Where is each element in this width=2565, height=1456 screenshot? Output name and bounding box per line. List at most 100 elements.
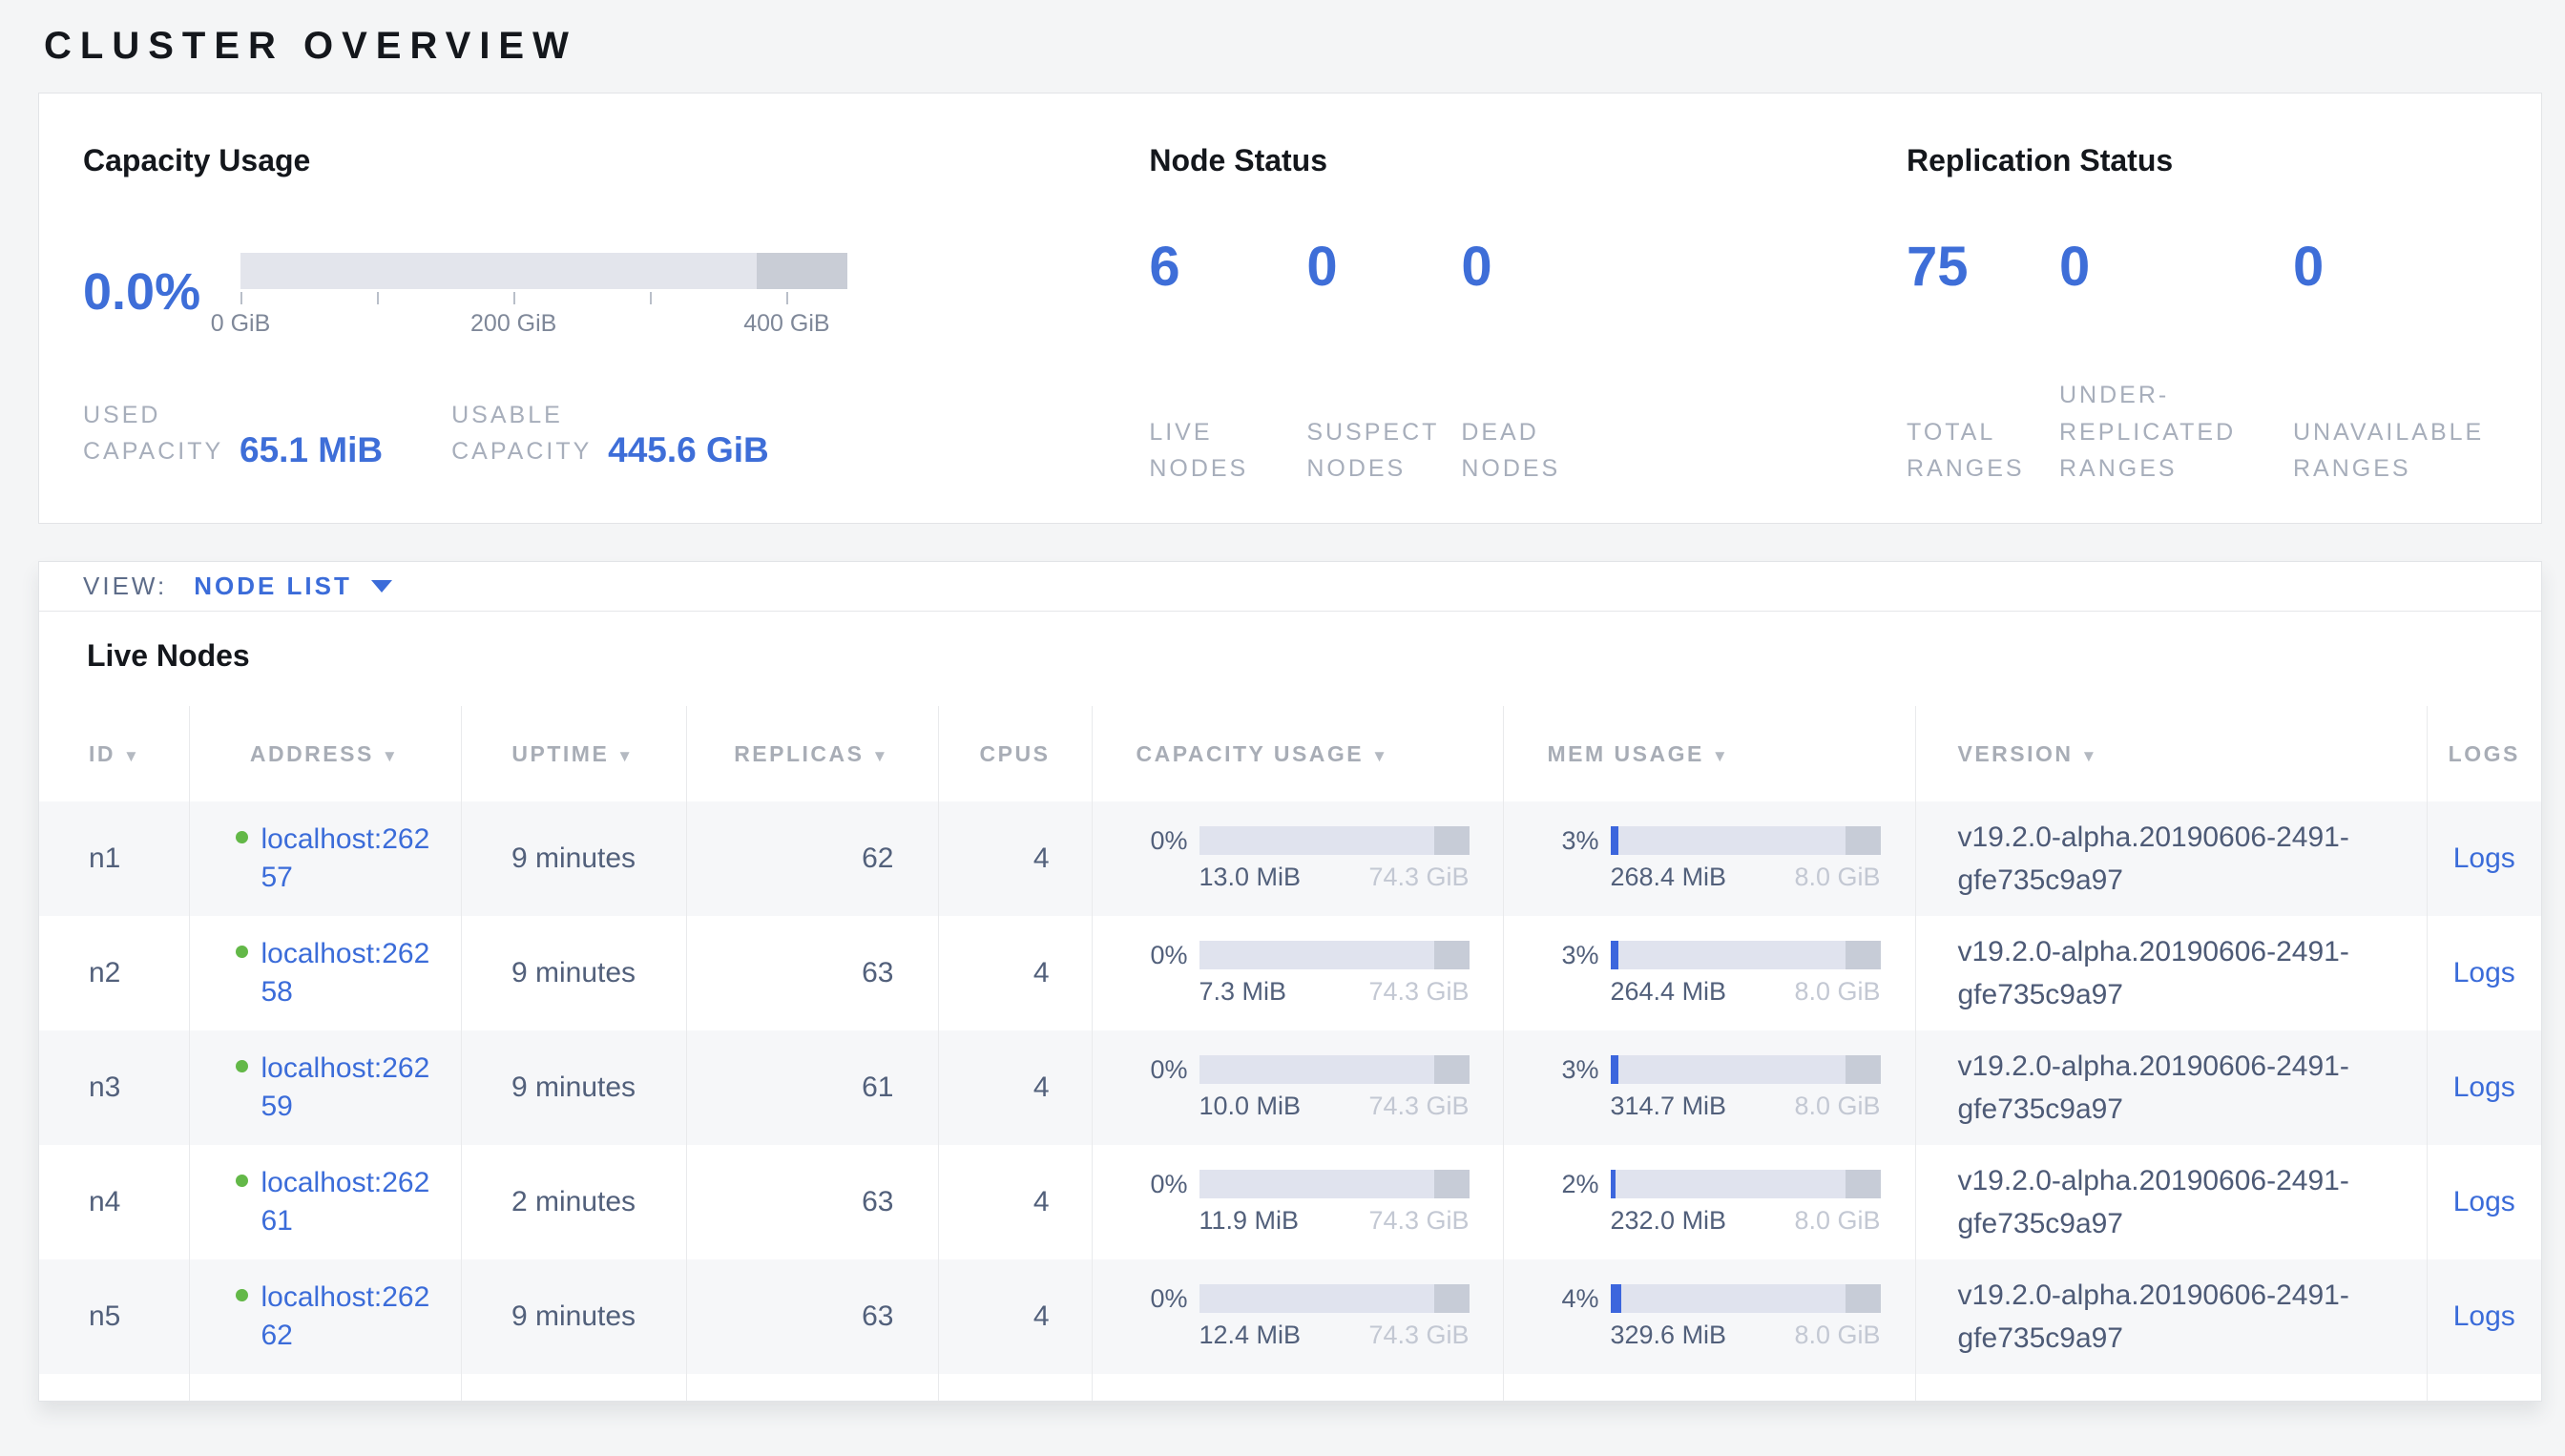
version-text: v19.2.0-alpha.20190606-2491-gfe735c9a97 bbox=[1958, 1274, 2388, 1360]
memory-bar-row: 3% bbox=[1542, 941, 1915, 970]
capacity-usage-cell: 0%7.3 MiB74.3 GiB bbox=[1092, 916, 1503, 1030]
replicas-cell: 62 bbox=[686, 801, 938, 916]
capacity-axis-ticks bbox=[240, 292, 847, 305]
memory-total-value: 8.0 GiB bbox=[1794, 1321, 1880, 1350]
uptime-cell: 9 minutes bbox=[461, 1030, 686, 1145]
used-capacity-label: USED CAPACITY bbox=[83, 398, 226, 469]
empty-cell bbox=[938, 1374, 1092, 1402]
node-live-status-dot bbox=[236, 1175, 248, 1187]
uptime-cell: 9 minutes bbox=[461, 1259, 686, 1374]
table-row: n3localhost:262599 minutes6140%10.0 MiB7… bbox=[39, 1030, 2541, 1145]
memory-bar-reserved-segment bbox=[1846, 1055, 1881, 1084]
memory-percent: 3% bbox=[1542, 941, 1599, 970]
node-id-cell: n2 bbox=[39, 916, 189, 1030]
version-cell: v19.2.0-alpha.20190606-2491-gfe735c9a97 bbox=[1915, 1030, 2427, 1145]
unavailable-ranges-value: 0 bbox=[2293, 239, 2541, 295]
sort-arrow-icon: ▼ bbox=[1712, 747, 1730, 765]
node-address-link[interactable]: localhost:26261 bbox=[261, 1164, 441, 1241]
dead-nodes-value: 0 bbox=[1461, 239, 1652, 295]
logs-link[interactable]: Logs bbox=[2453, 1300, 2515, 1332]
uptime-cell: 9 minutes bbox=[461, 916, 686, 1030]
capacity-usage-cell: 0%13.0 MiB74.3 GiB bbox=[1092, 801, 1503, 916]
logs-link[interactable]: Logs bbox=[2453, 1071, 2515, 1103]
node-address-link[interactable]: localhost:26262 bbox=[261, 1279, 441, 1356]
capacity-bar-reserved-segment bbox=[1434, 941, 1470, 969]
view-selector-dropdown[interactable]: NODE LIST bbox=[194, 572, 392, 601]
memory-bar-row: 3% bbox=[1542, 826, 1915, 856]
capacity-used-value: 7.3 MiB bbox=[1199, 977, 1287, 1007]
empty-cell bbox=[686, 1374, 938, 1402]
empty-cell bbox=[2427, 1374, 2541, 1402]
table-header-row: ID▼ADDRESS▼UPTIME▼REPLICAS▼CPUSCAPACITY … bbox=[39, 706, 2541, 801]
memory-used-value: 264.4 MiB bbox=[1611, 977, 1727, 1007]
node-list-card: VIEW: NODE LIST Live Nodes ID▼ADDRESS▼UP… bbox=[38, 561, 2542, 1402]
memory-values: 268.4 MiB8.0 GiB bbox=[1611, 863, 1881, 892]
column-header-label: MEM USAGE bbox=[1548, 741, 1704, 766]
memory-used-value: 314.7 MiB bbox=[1611, 1092, 1727, 1121]
capacity-usage-title: Capacity Usage bbox=[83, 143, 1149, 178]
memory-bar-fill bbox=[1611, 1284, 1621, 1313]
empty-cell bbox=[461, 1374, 686, 1402]
view-label: VIEW: bbox=[83, 572, 167, 601]
column-header-label: LOGS bbox=[2449, 741, 2520, 766]
node-address-link[interactable]: localhost:26258 bbox=[261, 935, 441, 1012]
empty-cell bbox=[1503, 1374, 1915, 1402]
logs-link[interactable]: Logs bbox=[2453, 1186, 2515, 1217]
memory-usage-cell: 3%314.7 MiB8.0 GiB bbox=[1503, 1030, 1915, 1145]
memory-percent: 3% bbox=[1542, 826, 1599, 856]
logs-cell: Logs bbox=[2427, 1145, 2541, 1259]
under-replicated-ranges-label: UNDER-REPLICATED RANGES bbox=[2059, 377, 2267, 488]
usable-capacity-label: USABLE CAPACITY bbox=[451, 398, 594, 469]
memory-values: 314.7 MiB8.0 GiB bbox=[1611, 1092, 1881, 1121]
replicas-cell: 63 bbox=[686, 1259, 938, 1374]
usable-capacity-stat: USABLE CAPACITY 445.6 GiB bbox=[451, 398, 769, 469]
memory-used-value: 232.0 MiB bbox=[1611, 1206, 1727, 1236]
logs-link[interactable]: Logs bbox=[2453, 957, 2515, 988]
node-id-cell: n3 bbox=[39, 1030, 189, 1145]
memory-values: 264.4 MiB8.0 GiB bbox=[1611, 977, 1881, 1007]
capacity-percent: 0% bbox=[1131, 1170, 1188, 1199]
suspect-nodes-stat: 0 SUSPECT NODES bbox=[1306, 239, 1461, 488]
column-header-label: REPLICAS bbox=[734, 741, 864, 766]
node-address: localhost:26261 bbox=[236, 1164, 461, 1241]
node-address-link[interactable]: localhost:26257 bbox=[261, 821, 441, 898]
column-header-id[interactable]: ID▼ bbox=[39, 706, 189, 801]
column-header-mem-usage[interactable]: MEM USAGE ▼ bbox=[1503, 706, 1915, 801]
memory-bar-reserved-segment bbox=[1846, 1284, 1881, 1313]
capacity-bar bbox=[240, 253, 847, 289]
table-row-partial bbox=[39, 1374, 2541, 1402]
memory-usage-bar bbox=[1611, 1170, 1881, 1198]
capacity-bar-row: 0% bbox=[1131, 941, 1503, 970]
column-header-label: VERSION bbox=[1958, 741, 2074, 766]
node-address-link[interactable]: localhost:26259 bbox=[261, 1050, 441, 1127]
logs-link[interactable]: Logs bbox=[2453, 842, 2515, 874]
column-header-version[interactable]: VERSION ▼ bbox=[1915, 706, 2427, 801]
sort-arrow-icon: ▼ bbox=[1371, 747, 1389, 765]
capacity-usage-bar bbox=[1199, 1170, 1470, 1198]
column-header-capacity-usage[interactable]: CAPACITY USAGE▼ bbox=[1092, 706, 1503, 801]
column-header-address[interactable]: ADDRESS▼ bbox=[189, 706, 461, 801]
version-text: v19.2.0-alpha.20190606-2491-gfe735c9a97 bbox=[1958, 1045, 2388, 1131]
column-header-replicas[interactable]: REPLICAS▼ bbox=[686, 706, 938, 801]
logs-cell: Logs bbox=[2427, 801, 2541, 916]
capacity-bar-row: 0% bbox=[1131, 1170, 1503, 1199]
memory-percent: 2% bbox=[1542, 1170, 1599, 1199]
sort-arrow-icon: ▼ bbox=[2081, 747, 2099, 765]
memory-total-value: 8.0 GiB bbox=[1794, 1206, 1880, 1236]
capacity-usage-bar bbox=[1199, 941, 1470, 969]
column-header-label: CPUS bbox=[980, 741, 1051, 766]
node-status-section: Node Status 6 LIVE NODES 0 SUSPECT NODES… bbox=[1149, 143, 1907, 523]
replication-status-section: Replication Status 75 TOTAL RANGES 0 UND… bbox=[1907, 143, 2541, 523]
column-header-label: ID bbox=[89, 741, 115, 766]
column-header-uptime[interactable]: UPTIME▼ bbox=[461, 706, 686, 801]
node-address-cell: localhost:26257 bbox=[189, 801, 461, 916]
memory-values: 232.0 MiB 8.0 GiB bbox=[1611, 1206, 1881, 1236]
capacity-bar-reserved-segment bbox=[1434, 826, 1470, 855]
cpus-cell: 4 bbox=[938, 916, 1092, 1030]
memory-bar-reserved-segment bbox=[1846, 826, 1881, 855]
node-address: localhost:26257 bbox=[236, 821, 461, 898]
uptime-cell: 9 minutes bbox=[461, 801, 686, 916]
logs-cell: Logs bbox=[2427, 1259, 2541, 1374]
version-text: v19.2.0-alpha.20190606-2491-gfe735c9a97 bbox=[1958, 816, 2388, 902]
memory-used-value: 329.6 MiB bbox=[1611, 1321, 1727, 1350]
